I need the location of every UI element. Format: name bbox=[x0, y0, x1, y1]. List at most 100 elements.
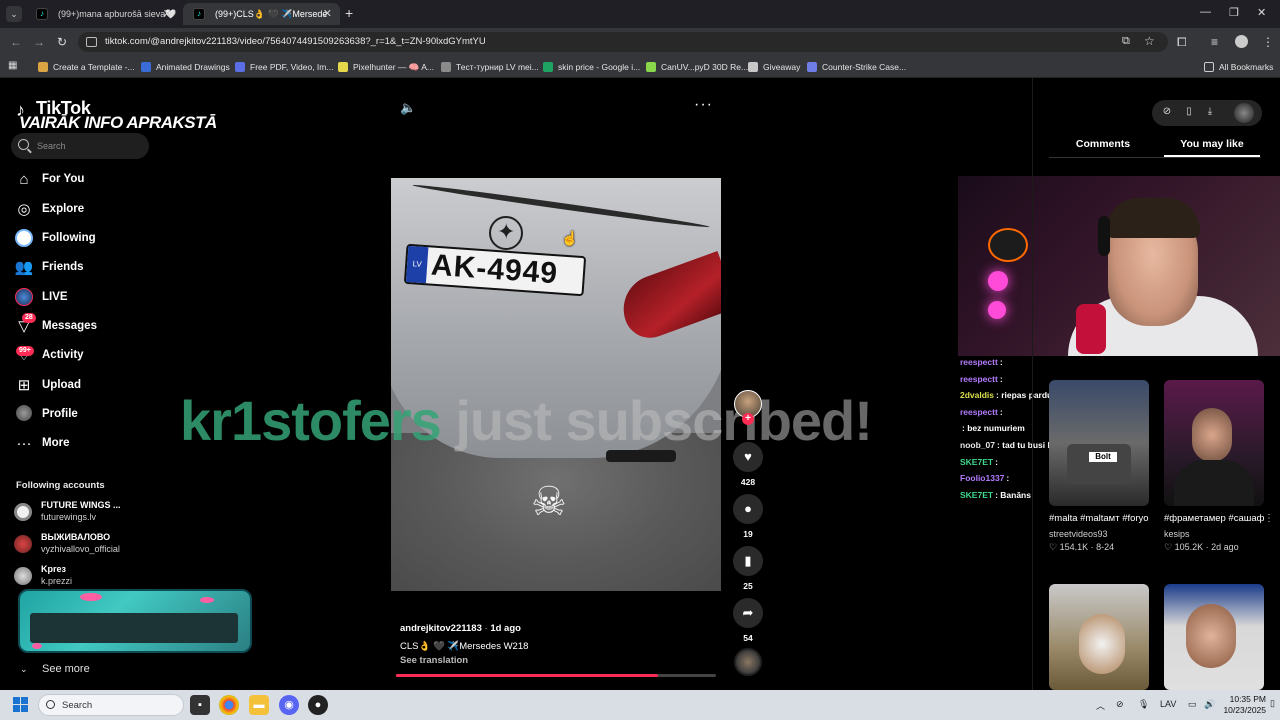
back-icon[interactable]: ← bbox=[10, 35, 22, 49]
comment-button[interactable]: ● 19 bbox=[733, 494, 763, 539]
browser-tab-active[interactable]: ♪ (99+)CLS👌 🖤 ✈️Mersede ✕ bbox=[183, 3, 340, 25]
nav-live[interactable]: LIVE bbox=[14, 286, 154, 310]
address-bar[interactable]: tiktok.com/@andrejkitov221183/video/7564… bbox=[78, 32, 1168, 52]
taskbar-search[interactable]: Search bbox=[38, 694, 184, 716]
search-box[interactable] bbox=[11, 133, 149, 159]
see-translation-link[interactable]: See translation bbox=[400, 655, 468, 666]
close-tab-icon[interactable]: ✕ bbox=[163, 3, 172, 25]
share-count: 54 bbox=[743, 633, 753, 643]
recommended-video-card[interactable]: #фраметамер #сашафраметам... kesips ♡ 10… bbox=[1164, 380, 1274, 553]
language-indicator[interactable]: LAV bbox=[1160, 699, 1176, 709]
nav-profile[interactable]: Profile bbox=[14, 403, 154, 427]
bookmark-item[interactable]: Free PDF, Video, Im... bbox=[235, 60, 333, 74]
compass-icon[interactable]: ⊘ bbox=[1160, 106, 1174, 117]
nav-for-you[interactable]: ⌂ For You bbox=[14, 168, 154, 192]
share-button[interactable]: ➦ 54 bbox=[733, 598, 763, 643]
recommended-video-card[interactable]: Bolt #malta #maltaмт #foryou... streetvi… bbox=[1049, 380, 1149, 553]
bookmark-item[interactable]: Animated Drawings bbox=[141, 60, 230, 74]
phone-icon[interactable]: ▯ bbox=[1182, 106, 1196, 117]
chrome-icon[interactable] bbox=[219, 695, 239, 715]
reload-icon[interactable]: ↻ bbox=[57, 35, 67, 49]
profile-avatar[interactable] bbox=[1235, 35, 1248, 48]
new-tab-button[interactable]: + bbox=[345, 5, 353, 21]
card-author[interactable]: streetvideos93 bbox=[1049, 529, 1149, 539]
minimize-window-icon[interactable]: — bbox=[1200, 6, 1211, 18]
video-thumbnail[interactable] bbox=[1049, 584, 1149, 690]
task-view-icon[interactable]: ▪ bbox=[190, 695, 210, 715]
bookmark-item[interactable]: Create a Template -... bbox=[38, 60, 135, 74]
search-input[interactable] bbox=[37, 137, 145, 155]
recommended-video-card[interactable] bbox=[1049, 584, 1149, 690]
nav-messages[interactable]: ▽ 28 Messages bbox=[14, 313, 154, 339]
speaker-icon[interactable]: 🔊 bbox=[1204, 699, 1215, 710]
microphone-icon[interactable]: 🎙 bbox=[1138, 699, 1149, 710]
tab-comments[interactable]: Comments bbox=[1050, 138, 1156, 150]
card-meta: ♡ 105.2K · 2d ago bbox=[1164, 542, 1239, 552]
windows-start-icon[interactable] bbox=[13, 697, 29, 713]
close-window-icon[interactable]: ✕ bbox=[1257, 6, 1266, 19]
video-thumbnail[interactable] bbox=[1164, 584, 1264, 690]
discord-icon[interactable]: ◉ bbox=[279, 695, 299, 715]
close-tab-icon[interactable]: ✕ bbox=[323, 3, 332, 25]
forward-icon[interactable]: → bbox=[33, 35, 45, 49]
video-player[interactable]: LV AK-4949 ☠ ☝ bbox=[391, 178, 721, 591]
media-control-icon[interactable]: ≡ bbox=[1211, 35, 1218, 49]
file-explorer-icon[interactable]: ▬ bbox=[249, 695, 269, 715]
url-text[interactable]: tiktok.com/@andrejkitov221183/video/7564… bbox=[105, 36, 486, 47]
wifi-icon[interactable]: ▭ bbox=[1188, 699, 1197, 710]
nav-more[interactable]: ··· More bbox=[14, 432, 154, 456]
bookmark-item[interactable]: Giveaway bbox=[748, 60, 800, 74]
volume-icon[interactable]: 🔈 bbox=[400, 100, 416, 116]
music-disc[interactable] bbox=[734, 648, 762, 676]
more-options-icon[interactable]: ⋮ bbox=[1264, 513, 1274, 524]
all-bookmarks[interactable]: All Bookmarks bbox=[1204, 60, 1273, 74]
nav-following[interactable]: Following bbox=[14, 227, 154, 251]
bookmark-item[interactable]: Pixelhunter — 🧠 A... bbox=[338, 60, 434, 74]
browser-tab[interactable]: ♪ (99+)mana apburošā sieva🤍 ✕ bbox=[26, 3, 180, 25]
bookmark-item[interactable]: Тест-турнир LV mei... bbox=[441, 60, 539, 74]
restore-window-icon[interactable]: ❐ bbox=[1229, 6, 1239, 19]
bookmarks-bar: ▦ Create a Template -... Animated Drawin… bbox=[0, 56, 1280, 78]
save-button[interactable]: ▮ 25 bbox=[733, 546, 763, 591]
more-options-icon[interactable]: ··· bbox=[694, 96, 713, 114]
bookmark-item[interactable]: Counter-Strike Case... bbox=[807, 60, 906, 74]
nav-upload[interactable]: ⊞ Upload bbox=[14, 374, 154, 398]
video-author[interactable]: andrejkitov221183 · 1d ago bbox=[400, 623, 521, 634]
recommended-video-card[interactable] bbox=[1164, 584, 1264, 690]
user-avatar[interactable] bbox=[1234, 103, 1254, 123]
bookmark-item[interactable]: CanUV...pyD 30D Re... bbox=[646, 60, 748, 74]
following-account[interactable]: ВЫЖИВАЛОВО vyzhivallovo_official bbox=[14, 531, 154, 557]
card-title[interactable]: #malta #maltaмт #foryou... bbox=[1049, 512, 1149, 525]
app-icon[interactable]: ● bbox=[308, 695, 328, 715]
network-off-icon[interactable]: ⊘ bbox=[1116, 699, 1124, 710]
bookmark-star-icon[interactable]: ☆ bbox=[1144, 34, 1155, 48]
bookmark-favicon-icon bbox=[38, 62, 48, 72]
nav-friends[interactable]: 👥 Friends bbox=[14, 256, 154, 280]
apps-grid-icon[interactable]: ▦ bbox=[8, 60, 17, 71]
cast-icon[interactable]: ⧉ bbox=[1122, 35, 1130, 48]
see-more-button[interactable]: ⌄ See more bbox=[20, 663, 90, 675]
bookmark-item[interactable]: skin price - Google i... bbox=[543, 60, 640, 74]
video-progress-bar[interactable] bbox=[396, 674, 716, 677]
tab-search-button[interactable]: ⌄ bbox=[6, 6, 22, 22]
compass-icon: ◎ bbox=[17, 201, 31, 218]
card-author[interactable]: kesips bbox=[1164, 529, 1264, 539]
notification-icon[interactable]: ▯ bbox=[1270, 698, 1275, 709]
clock-date[interactable]: 10/23/2025 bbox=[1215, 705, 1266, 715]
card-title[interactable]: #фраметамер #сашафраметам... bbox=[1164, 512, 1264, 525]
nav-explore[interactable]: ◎ Explore bbox=[14, 198, 154, 222]
video-thumbnail[interactable]: Bolt bbox=[1049, 380, 1149, 506]
like-button[interactable]: ♥ 428 bbox=[733, 442, 763, 487]
clock-time[interactable]: 10:35 PM bbox=[1228, 694, 1266, 704]
tray-overflow-icon[interactable]: ︿ bbox=[1096, 699, 1105, 712]
extensions-icon[interactable]: ⧠ bbox=[1177, 35, 1187, 50]
follow-plus-icon[interactable]: + bbox=[742, 413, 754, 425]
download-icon[interactable]: ⤓ bbox=[1203, 106, 1217, 117]
nav-activity[interactable]: ♡ 99+ Activity bbox=[14, 344, 154, 368]
video-thumbnail[interactable] bbox=[1164, 380, 1264, 506]
tab-you-may-like[interactable]: You may like bbox=[1164, 138, 1260, 150]
site-info-icon[interactable] bbox=[86, 37, 97, 47]
following-account[interactable]: FUTURE WINGS ... futurewings.lv bbox=[14, 499, 154, 525]
following-account[interactable]: Kpreз k.prezzi bbox=[14, 563, 154, 589]
browser-menu-icon[interactable]: ⋮ bbox=[1262, 35, 1274, 49]
